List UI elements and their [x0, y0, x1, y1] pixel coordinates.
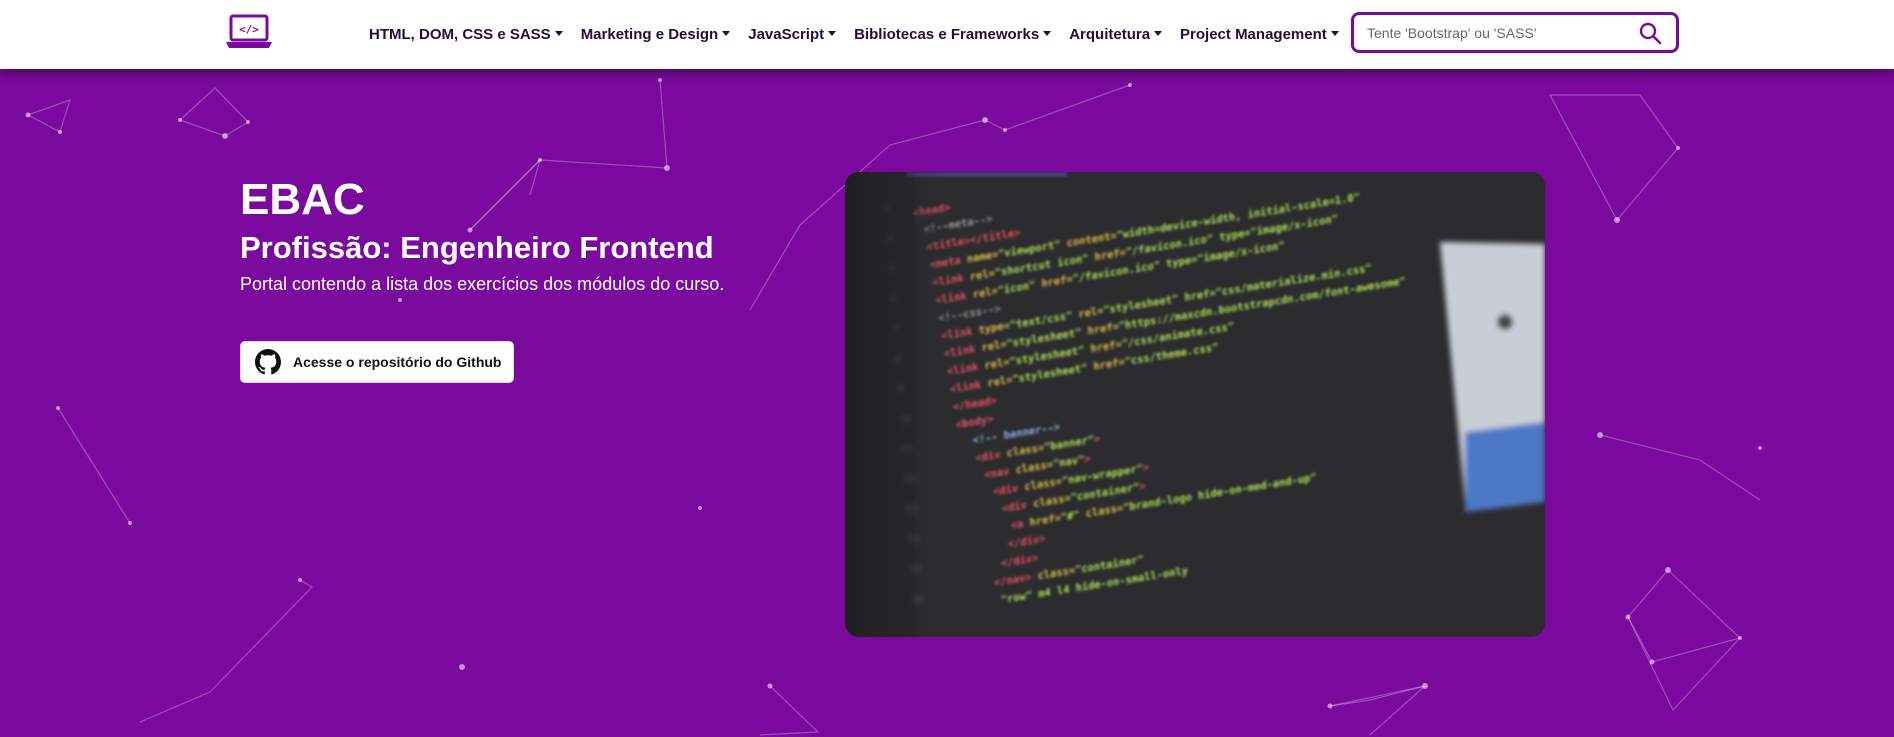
svg-text:</>: </> — [239, 23, 259, 36]
page-title: EBAC — [240, 175, 365, 224]
menu-label: Project Management — [1180, 26, 1327, 43]
caret-down-icon — [1154, 31, 1163, 36]
caret-down-icon — [1043, 31, 1052, 36]
menu-html-dom-css-sass[interactable]: HTML, DOM, CSS e SASS — [360, 0, 572, 69]
menu-label: HTML, DOM, CSS e SASS — [369, 26, 551, 43]
menu-label: JavaScript — [748, 26, 825, 43]
search-input[interactable] — [1354, 15, 1638, 50]
page-description: Portal contendo a lista dos exercícios d… — [240, 274, 725, 294]
menu-javascript[interactable]: JavaScript — [739, 0, 845, 69]
menu-label: Bibliotecas e Frameworks — [854, 26, 1040, 43]
menu-bibliotecas-frameworks[interactable]: Bibliotecas e Frameworks — [845, 0, 1060, 69]
menu-label: Marketing e Design — [580, 26, 719, 43]
logo-laptop-code-icon[interactable]: </> — [226, 14, 272, 50]
search-box — [1351, 12, 1679, 53]
page-subtitle: Profissão: Engenheiro Frontend — [240, 230, 714, 265]
menu-arquitetura[interactable]: Arquitetura — [1060, 0, 1171, 69]
menu-project-management[interactable]: Project Management — [1171, 0, 1348, 69]
caret-down-icon — [722, 31, 731, 36]
caret-down-icon — [554, 31, 563, 36]
menu-marketing-design[interactable]: Marketing e Design — [572, 0, 740, 69]
hero-section: EBAC Profissão: Engenheiro Frontend Port… — [240, 172, 724, 295]
main-menu: HTML, DOM, CSS e SASS Marketing e Design… — [360, 0, 1348, 69]
github-button-label: Acesse o repositório do Github — [293, 354, 502, 370]
caret-down-icon — [828, 31, 837, 36]
caret-down-icon — [1330, 31, 1339, 36]
search-icon[interactable] — [1638, 21, 1662, 45]
github-repo-button[interactable]: Acesse o repositório do Github — [240, 341, 514, 383]
menu-label: Arquitetura — [1069, 26, 1151, 43]
github-icon — [255, 349, 281, 375]
code-editor-image: 345 678 91011 121314 1516 <head> <!--met… — [845, 172, 1545, 637]
navbar: </> HTML, DOM, CSS e SASS Marketing e De… — [0, 0, 1894, 69]
